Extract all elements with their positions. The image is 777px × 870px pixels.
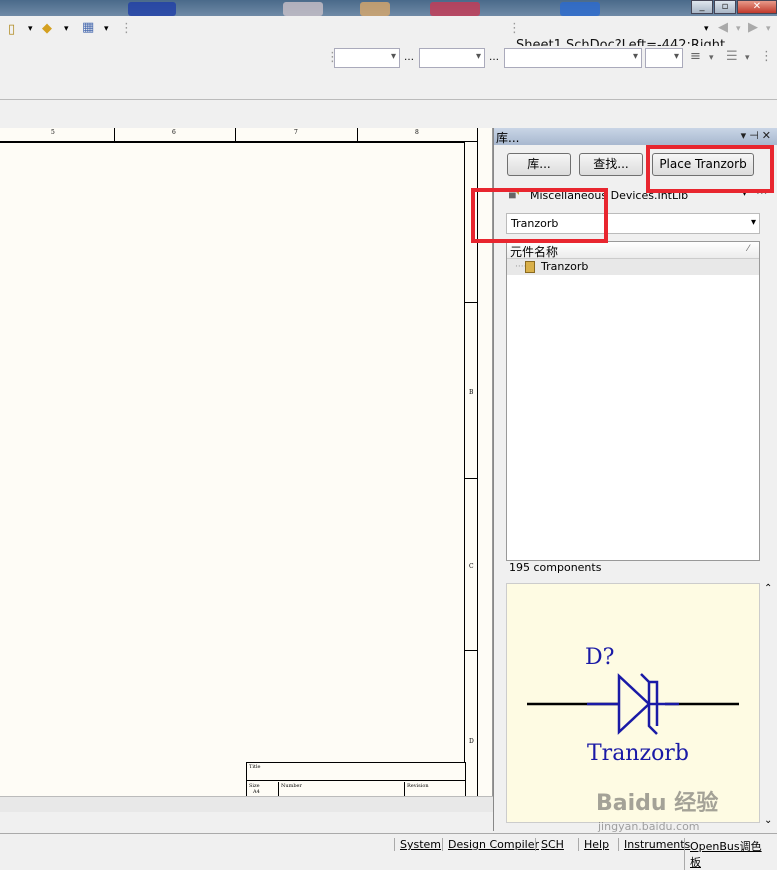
- grid-icon[interactable]: ▦: [82, 20, 94, 35]
- size-dropdown[interactable]: [419, 48, 485, 68]
- status-openbus[interactable]: OpenBus调色板: [684, 838, 777, 870]
- close-icon[interactable]: ✕: [762, 129, 774, 142]
- status-help[interactable]: Help: [578, 838, 614, 851]
- more-icon[interactable]: …: [404, 52, 414, 63]
- component-list[interactable]: 元件名称 ⁄ ····· Tranzorb: [506, 241, 760, 561]
- taskbar-blob: [560, 2, 600, 16]
- forward-icon[interactable]: ▶: [748, 20, 758, 35]
- title-block: Title Size A4 Number Revision: [246, 762, 466, 796]
- chevron-down-icon[interactable]: ▾: [104, 24, 109, 34]
- component-count: 195 components: [509, 561, 602, 574]
- taskbar-blob: [430, 2, 480, 16]
- window-controls: _ ▫ ✕: [690, 0, 777, 16]
- panel-controls: ▾⊣✕: [741, 129, 774, 142]
- toolbar-separator: ⋮: [120, 21, 133, 36]
- number-cell: Number: [279, 782, 405, 796]
- ruler-label: C: [469, 563, 474, 570]
- revision-label: Revision: [407, 783, 429, 789]
- ruler-tick: [114, 128, 115, 142]
- ruler-label: B: [469, 389, 474, 396]
- status-design-compiler[interactable]: Design Compiler: [442, 838, 544, 851]
- pin-icon[interactable]: ▯: [8, 22, 15, 37]
- width-dropdown[interactable]: [645, 48, 683, 68]
- title-row: Title: [247, 763, 465, 781]
- chevron-down-icon[interactable]: ▾: [741, 129, 750, 142]
- libraries-button[interactable]: 库...: [507, 153, 571, 176]
- window-title-strip: _ ▫ ✕: [0, 0, 777, 16]
- list-header[interactable]: 元件名称 ⁄: [507, 242, 759, 259]
- chevron-down-icon[interactable]: ▾: [745, 53, 750, 63]
- number-label: Number: [281, 783, 302, 789]
- horizontal-scrollbar[interactable]: [0, 796, 493, 812]
- chevron-down-icon[interactable]: ▾: [709, 53, 714, 63]
- status-sch[interactable]: SCH: [535, 838, 569, 851]
- chevron-down-icon[interactable]: ▾: [751, 217, 756, 228]
- revision-cell: Revision: [405, 782, 465, 796]
- chevron-down-icon[interactable]: ▾: [736, 24, 741, 34]
- more-icon[interactable]: …: [489, 52, 499, 63]
- toolbar-top: ▯ ▾ ◆ ▾ ▦ ▾ ⋮ ⋮ Sheet1.SchDoc?Left=-442;…: [0, 16, 777, 53]
- comment-text: Tranzorb: [587, 741, 689, 766]
- spacing-icon[interactable]: ⋮: [760, 49, 773, 64]
- diode-triangle: [617, 673, 651, 735]
- panel-title: 库...: [496, 131, 520, 145]
- pin-icon[interactable]: ⊣: [749, 129, 762, 142]
- maximize-icon[interactable]: ▫: [714, 0, 736, 14]
- component-name: Tranzorb: [541, 260, 589, 273]
- toolbar-separator: ⋮: [508, 21, 521, 36]
- editor-bottom-band: [0, 812, 493, 832]
- size-value: A4: [253, 789, 260, 795]
- taskbar-blob: [128, 2, 176, 16]
- ruler-tick: [235, 128, 236, 142]
- size-cell: Size A4: [247, 782, 279, 796]
- taskbar-blob: [360, 2, 390, 16]
- ruler-label: 5: [51, 129, 55, 136]
- style-dropdown[interactable]: [504, 48, 642, 68]
- schematic-canvas[interactable]: 5 6 7 8 B C D Title Size A4 Number Revis…: [0, 128, 493, 796]
- back-icon[interactable]: ◀: [718, 20, 728, 35]
- path-dropdown-arrow[interactable]: ▾: [704, 24, 709, 34]
- chevron-down-icon[interactable]: ▾: [28, 24, 33, 34]
- chevron-up-icon[interactable]: ⌃: [764, 583, 772, 594]
- sort-icon: ⁄: [747, 244, 749, 254]
- ruler-tick: [477, 128, 478, 142]
- status-system[interactable]: System: [394, 838, 446, 851]
- sheet-border: [0, 142, 465, 796]
- taskbar-blob: [283, 2, 323, 16]
- ruler-label: 8: [415, 129, 419, 136]
- chevron-down-icon[interactable]: ▾: [766, 24, 771, 34]
- ruler-tick: [465, 478, 478, 479]
- preview-scrollbar[interactable]: ⌃ ⌄: [762, 583, 776, 831]
- ruler-label: 6: [172, 129, 176, 136]
- list-header-label: 元件名称: [510, 245, 559, 259]
- port-icon[interactable]: ◆: [42, 21, 52, 36]
- align-icon[interactable]: ≡: [690, 49, 701, 64]
- font-dropdown[interactable]: [334, 48, 400, 68]
- ruler-label: 7: [294, 129, 298, 136]
- ruler-tick: [465, 650, 478, 651]
- highlight-filter: [471, 188, 608, 243]
- ruler-tick: [357, 128, 358, 142]
- chevron-down-icon[interactable]: ⌄: [764, 815, 772, 826]
- chevron-down-icon[interactable]: ▾: [64, 24, 69, 34]
- ruler-tick: [465, 302, 478, 303]
- title-label: Title: [249, 764, 261, 770]
- baidu-watermark-url: jingyan.baidu.com: [598, 820, 700, 833]
- minimize-icon[interactable]: _: [691, 0, 713, 14]
- close-icon[interactable]: ✕: [737, 0, 777, 14]
- toolbar-format: ⋮ … … ≡ ▾ ☰ ▾ ⋮: [0, 46, 777, 76]
- highlight-place-button: [646, 145, 774, 193]
- ruler-label: D: [469, 738, 474, 745]
- search-button[interactable]: 查找...: [579, 153, 643, 176]
- component-icon: [525, 261, 535, 273]
- status-bar: System Design Compiler SCH Help Instrume…: [0, 833, 777, 870]
- toolbar-divider: [0, 99, 777, 100]
- list-item[interactable]: ····· Tranzorb: [507, 259, 759, 275]
- baidu-watermark: Baidu 经验: [596, 791, 719, 816]
- distribute-icon[interactable]: ☰: [726, 49, 738, 64]
- panel-header: 库... ▾⊣✕: [494, 128, 777, 145]
- designator-text: D?: [585, 645, 614, 670]
- top-ruler: 5 6 7 8: [0, 128, 478, 142]
